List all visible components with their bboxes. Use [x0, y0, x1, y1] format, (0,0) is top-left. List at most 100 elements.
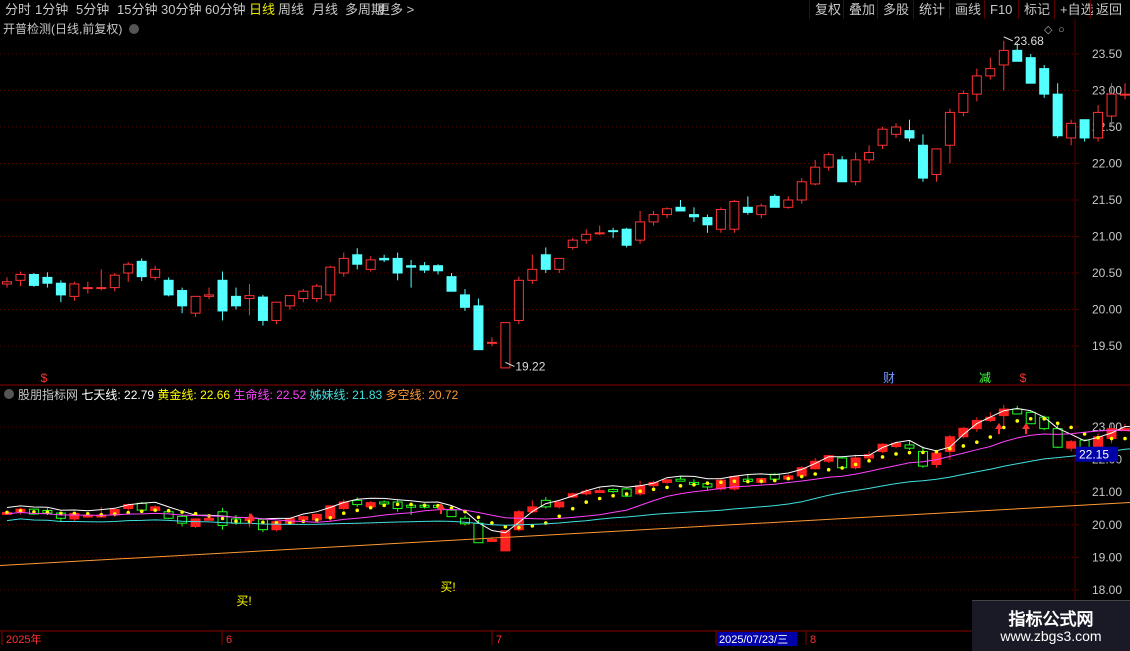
ind-candle-body	[204, 517, 215, 521]
period-tab-10[interactable]: 更多 >	[377, 1, 414, 18]
candle-body	[109, 274, 120, 289]
golden-line-dot	[840, 466, 844, 470]
indicator-value-3: 21.83	[349, 388, 386, 402]
indicator-value-2: 22.52	[273, 388, 310, 402]
candle-body	[944, 111, 955, 146]
golden-line-dot	[1028, 416, 1033, 421]
period-tab-8[interactable]: 月线	[312, 1, 338, 18]
golden-line-dot	[315, 518, 319, 522]
candle-body	[891, 126, 902, 135]
chart-background	[0, 19, 1130, 650]
toolbar-action-8[interactable]: 返回	[1096, 1, 1122, 18]
candle-body	[594, 232, 605, 235]
golden-line-dot	[220, 516, 225, 521]
candle-body	[284, 295, 295, 307]
ind-candle-body	[675, 478, 686, 482]
golden-line-dot	[584, 500, 589, 504]
golden-line-dot	[853, 462, 858, 467]
price-tick-label: 21.50	[1092, 193, 1122, 207]
candle-body	[540, 254, 551, 270]
candle-body	[662, 208, 673, 216]
golden-line-dot	[813, 472, 817, 476]
golden-line-dot	[1055, 421, 1060, 426]
candle-body	[917, 144, 928, 179]
crosshair-date-label: 2025/07/23/三	[719, 634, 788, 646]
period-tab-6[interactable]: 日线	[249, 1, 275, 18]
toolbar-action-4[interactable]: 画线	[955, 1, 981, 18]
period-tab-3[interactable]: 15分钟	[117, 1, 157, 18]
golden-line-dot	[894, 452, 898, 456]
period-tab-1[interactable]: 1分钟	[35, 1, 68, 18]
toolbar-separator	[949, 0, 950, 19]
current-price-label: 22.15	[1079, 448, 1109, 462]
golden-line-dot	[746, 479, 750, 484]
ind-candle-body	[1052, 428, 1063, 448]
toolbar-action-3[interactable]: 统计	[919, 1, 945, 18]
period-tab-4[interactable]: 30分钟	[161, 1, 201, 18]
period-tab-7[interactable]: 周线	[278, 1, 304, 18]
toolbar-action-7[interactable]: +自选	[1060, 1, 1094, 18]
candle-body	[96, 287, 107, 290]
kline-chart-area[interactable]: 23.5023.0022.5022.0021.5021.0020.5020.00…	[0, 19, 1130, 650]
golden-line-dot	[948, 446, 952, 451]
toolbar-action-0[interactable]: 复权	[815, 1, 841, 18]
toolbar-action-6[interactable]: 标记	[1024, 1, 1050, 18]
candle-body	[635, 221, 646, 241]
toolbar-separator	[843, 0, 844, 19]
golden-line-dot	[705, 481, 710, 485]
candle-body	[864, 152, 875, 161]
candle-body	[69, 283, 80, 297]
candle-body	[473, 305, 484, 351]
candle-body	[82, 287, 93, 290]
candle-body	[1025, 57, 1036, 84]
golden-line-dot	[1069, 425, 1073, 430]
golden-line-dot	[99, 513, 104, 517]
candle-body	[1120, 93, 1130, 96]
toolbar-action-2[interactable]: 多股	[883, 1, 909, 18]
period-tab-0[interactable]: 分时	[5, 1, 31, 18]
candle-body	[446, 276, 457, 292]
candle-body	[702, 217, 713, 226]
golden-line-dot	[557, 514, 562, 519]
indicator-tick-label: 21.00	[1092, 485, 1122, 499]
indicator-value-4: 20.72	[425, 388, 459, 402]
golden-line-dot	[826, 467, 831, 472]
candle-body	[581, 233, 592, 241]
golden-line-dot	[665, 485, 669, 490]
candle-body	[136, 260, 147, 278]
period-tab-5[interactable]: 60分钟	[205, 1, 245, 18]
date-label: 2025年	[6, 632, 41, 646]
toolbar-separator	[984, 0, 985, 19]
candle-body	[204, 294, 215, 297]
buy-signal-label: 买!	[440, 580, 455, 594]
indicator-tick-label: 18.00	[1092, 583, 1122, 597]
toolbar-separator	[877, 0, 878, 19]
golden-line-dot	[1042, 417, 1046, 421]
toolbar-action-1[interactable]: 叠加	[849, 1, 875, 18]
period-tab-2[interactable]: 5分钟	[76, 1, 109, 18]
toolbar-action-5[interactable]: F10	[990, 1, 1012, 18]
candle-body	[837, 159, 848, 183]
watermark-url: www.zbgs3.com	[1000, 628, 1102, 644]
candle-body	[998, 49, 1009, 66]
ind-candle-body	[298, 516, 309, 521]
ind-candle-body	[486, 538, 497, 542]
candle-body	[608, 230, 619, 233]
ind-candle-body	[904, 444, 915, 449]
price-tick-label: 22.00	[1092, 157, 1122, 171]
ind-candle-body	[136, 502, 147, 511]
indicator-value-1: 22.66	[197, 388, 234, 402]
toolbar-separator	[913, 0, 914, 19]
candle-body	[648, 214, 659, 223]
watermark-title: 指标公式网	[1008, 610, 1094, 629]
candle-body	[365, 259, 376, 270]
candle-body	[217, 279, 228, 312]
indicator-name: 股朋指标网	[18, 387, 81, 402]
date-label: 8	[810, 634, 816, 646]
ind-candle-body	[1012, 408, 1023, 415]
indicator-label-1: 黄金线:	[157, 387, 196, 402]
indicator-label-2: 生命线:	[233, 387, 272, 402]
candle-body	[1039, 68, 1050, 95]
candle-body	[985, 68, 996, 77]
ind-candle-body	[662, 479, 673, 483]
